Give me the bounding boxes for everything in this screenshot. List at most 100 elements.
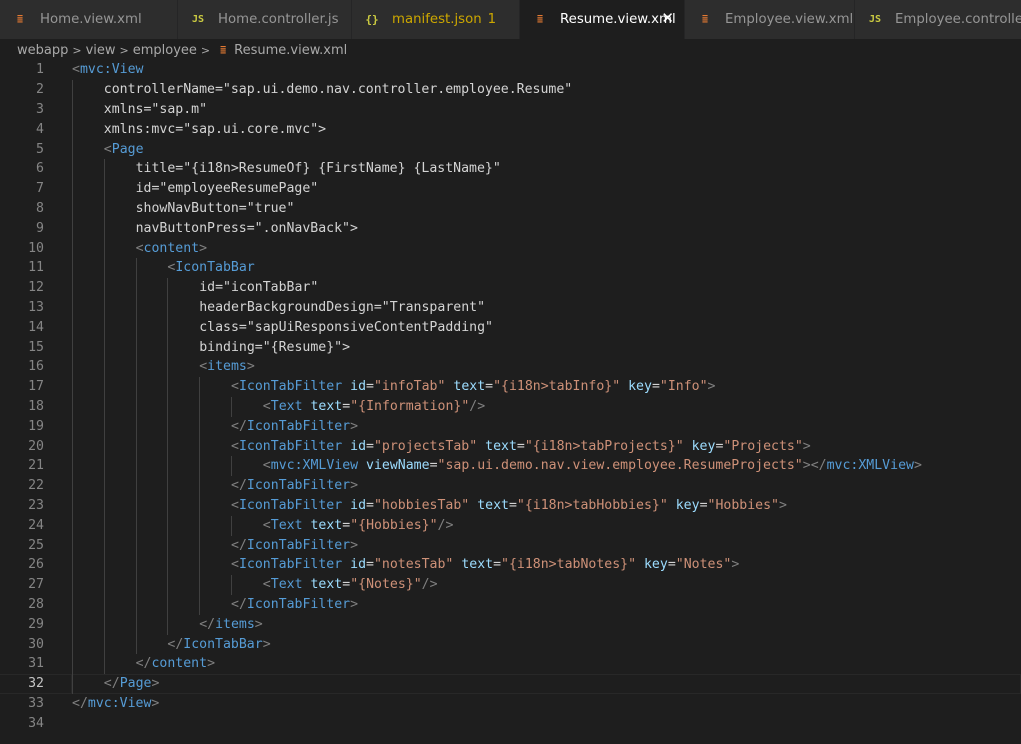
line-number: 24	[28, 517, 44, 533]
code-line[interactable]: 29 </items>	[0, 614, 1021, 635]
code-text: </items>	[199, 616, 263, 632]
indent-guide	[231, 515, 232, 536]
indent-guide	[167, 317, 169, 338]
indent-guide	[103, 258, 105, 279]
breadcrumb-item-employee[interactable]: employee	[133, 43, 197, 58]
indent-guide	[72, 179, 73, 199]
indent-guide	[72, 496, 73, 516]
code-line[interactable]: 11 <IconTabBar	[0, 258, 1021, 279]
code-line[interactable]: 34	[0, 714, 1021, 734]
code-line[interactable]: 22 </IconTabFilter>	[0, 476, 1021, 496]
indent-guide	[167, 357, 169, 378]
indent-guide	[103, 555, 105, 576]
code-line[interactable]: 23 <IconTabFilter id="hobbiesTab" text="{…	[0, 496, 1021, 516]
indent-guide	[72, 634, 73, 655]
chevron-right-icon: >	[119, 43, 129, 57]
indent-guide	[231, 575, 232, 595]
code-line[interactable]: 30 </IconTabBar>	[0, 634, 1021, 655]
code-line[interactable]: 4 xmlns:mvc="sap.ui.core.mvc">	[0, 119, 1021, 140]
indent-guide	[199, 515, 201, 536]
xml-file-icon: ≣	[701, 14, 709, 25]
indent-guide	[135, 416, 137, 437]
code-line[interactable]: 32 </Page>	[0, 674, 1021, 694]
code-line[interactable]: 25 </IconTabFilter>	[0, 535, 1021, 556]
line-number: 16	[28, 359, 44, 375]
code-line[interactable]: 17 <IconTabFilter id="infoTab" text="{i18…	[0, 377, 1021, 397]
code-line[interactable]: 27 <Text text="{Notes}"/>	[0, 575, 1021, 595]
code-line[interactable]: 28 </IconTabFilter>	[0, 595, 1021, 615]
tab-manifest-json[interactable]: {} manifest.json 1	[352, 0, 520, 39]
indent-guide	[72, 278, 73, 298]
indent-guide	[135, 337, 137, 358]
tab-employee-view-xml[interactable]: ≣ Employee.view.xml	[685, 0, 855, 39]
breadcrumb-file[interactable]: Resume.view.xml	[234, 43, 347, 58]
code-line[interactable]: 15 binding="{Resume}">	[0, 337, 1021, 358]
code-text: <mvc:View	[72, 62, 144, 78]
indent-guide	[72, 100, 73, 120]
code-line[interactable]: 24 <Text text="{Hobbies}"/>	[0, 515, 1021, 536]
indent-guide	[72, 515, 73, 536]
code-line[interactable]: 33 </mvc:View>	[0, 694, 1021, 714]
code-line[interactable]: 5 <Page	[0, 139, 1021, 160]
tab-home-controller-js[interactable]: JS Home.controller.js	[178, 0, 352, 39]
code-line[interactable]: 12 id="iconTabBar"	[0, 278, 1021, 298]
tab-label: manifest.json	[392, 12, 482, 27]
code-line[interactable]: 18 <Text text="{Information}"/>	[0, 397, 1021, 417]
close-icon[interactable]: ✕	[661, 9, 674, 27]
xml-file-icon: ≣	[16, 14, 24, 25]
code-line[interactable]: 8 showNavButton="true"	[0, 199, 1021, 219]
breadcrumb-item-webapp[interactable]: webapp	[17, 43, 68, 58]
indent-guide	[135, 357, 137, 378]
tab-home-view-xml[interactable]: ≣ Home.view.xml	[0, 0, 178, 39]
code-line[interactable]: 21 <mvc:XMLView viewName="sap.ui.demo.nav…	[0, 456, 1021, 477]
indent-guide	[72, 119, 73, 140]
code-line[interactable]: 10 <content>	[0, 238, 1021, 259]
indent-guide	[72, 159, 73, 180]
indent-guide	[103, 199, 105, 219]
code-line[interactable]: 31 </content>	[0, 654, 1021, 675]
indent-guide	[167, 377, 169, 397]
breadcrumb-item-view[interactable]: view	[86, 43, 116, 58]
tab-employee-controller-js[interactable]: JS Employee.controller.js	[855, 0, 1021, 39]
problems-badge: 1	[487, 12, 497, 27]
code-line[interactable]: 26 <IconTabFilter id="notesTab" text="{i1…	[0, 555, 1021, 576]
code-line[interactable]: 20 <IconTabFilter id="projectsTab" text="…	[0, 436, 1021, 457]
indent-guide	[72, 337, 73, 358]
code-text: <Text text="{Information}"/>	[262, 399, 486, 414]
code-text: showNavButton="true"	[135, 201, 295, 216]
indent-guide	[231, 456, 232, 477]
code-line[interactable]: 14 class="sapUiResponsiveContentPadding"	[0, 317, 1021, 338]
code-line[interactable]: 2 controllerName="sap.ui.demo.nav.control…	[0, 80, 1021, 100]
indent-guide	[135, 575, 137, 595]
indent-guide	[72, 674, 73, 694]
indent-guide	[135, 377, 137, 397]
code-editor[interactable]: 1 <mvc:View 2 controllerName="sap.ui.demo.n…	[0, 60, 1021, 744]
tab-resume-view-xml[interactable]: ≣ Resume.view.xml ✕	[520, 0, 685, 39]
code-text: </IconTabFilter>	[231, 418, 359, 434]
code-line[interactable]: 19 </IconTabFilter>	[0, 416, 1021, 437]
indent-guide	[135, 634, 137, 655]
indent-guide	[103, 515, 105, 536]
code-line[interactable]: 16 <items>	[0, 357, 1021, 378]
indent-guide	[103, 476, 105, 496]
js-file-icon: JS	[868, 14, 882, 25]
line-number: 14	[28, 319, 44, 335]
code-line[interactable]: 13 headerBackgroundDesign="Transparent"	[0, 298, 1021, 318]
indent-guide	[167, 337, 169, 358]
code-text: </content>	[135, 656, 216, 672]
code-line[interactable]: 6 title="{i18n>ResumeOf} {FirstName} {Las…	[0, 159, 1021, 180]
code-line[interactable]: 3 xmlns="sap.m"	[0, 100, 1021, 120]
code-line[interactable]: 1 <mvc:View	[0, 60, 1021, 80]
line-number: 25	[28, 537, 44, 553]
indent-guide	[167, 575, 169, 595]
line-number: 5	[36, 141, 44, 157]
code-line[interactable]: 9 navButtonPress=".onNavBack">	[0, 218, 1021, 239]
code-text: binding="{Resume}">	[199, 339, 351, 355]
indent-guide	[72, 654, 73, 675]
indent-guide	[167, 614, 169, 635]
line-number: 23	[28, 498, 44, 513]
line-number: 28	[28, 597, 44, 612]
code-line[interactable]: 7 id="employeeResumePage"	[0, 179, 1021, 199]
indent-guide	[103, 654, 105, 675]
indent-guide	[103, 416, 105, 437]
